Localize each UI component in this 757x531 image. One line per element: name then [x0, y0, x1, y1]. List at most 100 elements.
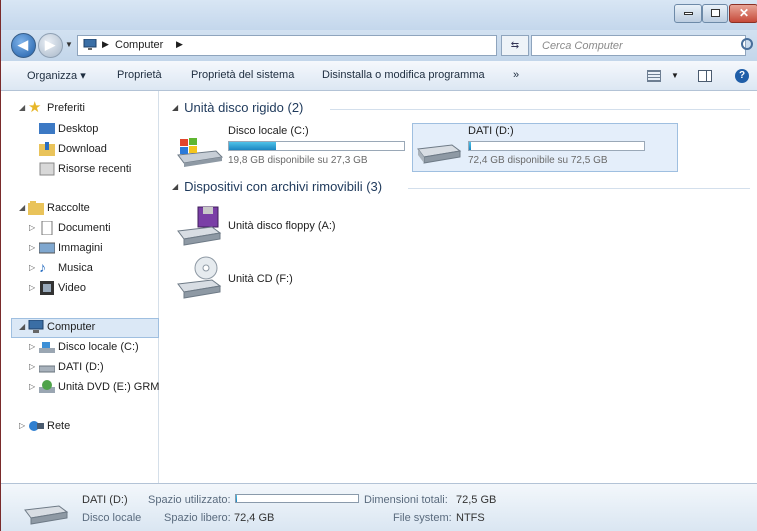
group-title: Unità disco rigido (2) [184, 100, 304, 115]
explorer-window: ✕ ◀ ▶ ▼ ▶ Computer ▶ ▼ ⇆ Cerca Computer … [0, 0, 757, 531]
command-bar: Organizza ▾ Proprietà Proprietà del sist… [1, 61, 757, 91]
nav-desktop-label: Desktop [58, 123, 99, 135]
expand-icon[interactable]: ▷ [29, 362, 35, 371]
floppy-drive-icon [177, 206, 222, 246]
group-divider [408, 188, 750, 189]
hard-drive-icon [417, 144, 462, 164]
windows-drive-icon [177, 138, 224, 167]
hard-drive-icon [24, 505, 69, 525]
details-used-label: Spazio utilizzato: [148, 494, 231, 506]
drive-icon [39, 365, 55, 373]
drive-usage-fill [229, 142, 277, 150]
system-properties-button[interactable]: Proprietà del sistema [191, 69, 294, 81]
uninstall-program-button[interactable]: Disinstalla o modifica programma [322, 69, 485, 81]
details-pane: DATI (D:) Disco locale Spazio utilizzato… [1, 483, 757, 531]
nav-documents-label: Documenti [58, 222, 111, 234]
drive-usage-bar [228, 141, 405, 151]
details-fs-label: File system: [393, 512, 452, 524]
download-folder-icon [39, 142, 55, 156]
details-free-label: Spazio libero: [164, 512, 231, 524]
recent-pages-dropdown[interactable]: ▼ [65, 40, 73, 49]
forward-button[interactable]: ▶ [38, 33, 63, 58]
nav-music-label: Musica [58, 262, 93, 274]
expand-icon[interactable]: ▷ [29, 342, 35, 351]
navigation-pane: ◢ ★ Preferiti Desktop Download Risorse r… [1, 91, 167, 483]
details-free-value: 72,4 GB [234, 512, 275, 524]
address-bar[interactable]: ▶ Computer ▶ ▼ [77, 35, 573, 56]
arrow-right-icon: ▶ [45, 37, 55, 52]
details-total-value: 72,5 GB [456, 494, 497, 506]
drive-free-space: 19,8 GB disponibile su 27,3 GB [228, 155, 368, 166]
breadcrumb-computer[interactable]: Computer [115, 39, 163, 51]
cd-drive-icon [177, 256, 222, 299]
close-button[interactable]: ✕ [729, 4, 757, 23]
search-placeholder: Cerca Computer [542, 40, 623, 52]
computer-icon [83, 39, 97, 50]
local-disk-icon [39, 342, 55, 353]
nav-computer-label: Computer [47, 321, 96, 333]
drive-name: Disco locale (C:) [228, 125, 309, 137]
change-view-icon[interactable] [647, 70, 661, 82]
drive-name: Unità CD (F:) [228, 273, 293, 285]
expand-icon[interactable]: ◢ [19, 203, 25, 212]
nav-dvd-label: Unità DVD (E:) GRMC [58, 381, 168, 393]
expand-icon[interactable]: ▷ [29, 382, 35, 391]
content-pane: ◢ Unità disco rigido (2) Disco locale (C:… [160, 91, 757, 483]
recent-places-icon [39, 162, 55, 176]
breadcrumb-separator-icon[interactable]: ▶ [176, 39, 183, 50]
expand-icon[interactable]: ▷ [19, 421, 25, 430]
group-header-hard-disks[interactable]: ◢ Unità disco rigido (2) [172, 100, 303, 115]
breadcrumb-separator-icon[interactable]: ▶ [102, 39, 109, 50]
expand-icon[interactable]: ◢ [19, 322, 25, 331]
maximize-icon [711, 9, 720, 17]
title-bar: ✕ [1, 0, 757, 30]
address-row: ◀ ▶ ▼ ▶ Computer ▶ ▼ ⇆ Cerca Computer [1, 30, 757, 61]
dvd-drive-icon [39, 380, 55, 393]
view-dropdown[interactable]: ▼ [671, 71, 679, 80]
nav-dati-label: DATI (D:) [58, 361, 104, 373]
help-icon[interactable]: ? [735, 69, 749, 83]
nav-recent-label: Risorse recenti [58, 163, 132, 175]
back-button[interactable]: ◀ [11, 33, 36, 58]
minimize-button[interactable] [674, 4, 702, 23]
collapse-icon: ◢ [172, 182, 179, 191]
expand-icon[interactable]: ▷ [29, 283, 35, 292]
desktop-icon [39, 123, 55, 134]
organize-button[interactable]: Organizza ▾ [27, 69, 86, 82]
properties-button[interactable]: Proprietà [117, 69, 162, 81]
minimize-icon [684, 12, 693, 15]
nav-images-label: Immagini [58, 242, 103, 254]
network-icon [29, 421, 44, 431]
documents-icon [41, 221, 53, 235]
nav-local-disk-label: Disco locale (C:) [58, 341, 139, 353]
nav-libraries-label: Raccolte [47, 202, 90, 214]
images-icon [39, 242, 55, 254]
maximize-button[interactable] [702, 4, 728, 23]
expand-icon[interactable]: ▷ [29, 263, 35, 272]
nav-video-label: Video [58, 282, 86, 294]
expand-icon[interactable]: ▷ [29, 223, 35, 232]
search-icon[interactable] [741, 38, 753, 50]
close-icon: ✕ [739, 6, 750, 20]
group-header-removable[interactable]: ◢ Dispositivi con archivi rimovibili (3) [172, 179, 382, 194]
refresh-button[interactable]: ⇆ [501, 35, 529, 56]
nav-favorites-label: Preferiti [47, 102, 85, 114]
computer-icon [28, 320, 44, 333]
details-usage-fill [236, 495, 238, 502]
more-commands-button[interactable]: » [513, 69, 519, 81]
details-usage-bar [235, 494, 359, 503]
nav-network-label: Rete [47, 420, 71, 432]
preview-pane-icon[interactable] [698, 70, 712, 82]
group-divider [330, 109, 750, 110]
search-input[interactable]: Cerca Computer [531, 35, 746, 56]
collapse-icon: ◢ [172, 103, 179, 112]
star-icon: ★ [28, 99, 42, 116]
expand-icon[interactable]: ▷ [29, 243, 35, 252]
group-title: Dispositivi con archivi rimovibili (3) [184, 179, 383, 194]
music-icon: ♪ [39, 259, 46, 275]
libraries-icon [28, 201, 44, 215]
video-icon [40, 281, 54, 295]
details-drive-type: Disco locale [82, 512, 142, 524]
drive-usage-bar [468, 141, 645, 151]
expand-icon[interactable]: ◢ [19, 103, 25, 112]
